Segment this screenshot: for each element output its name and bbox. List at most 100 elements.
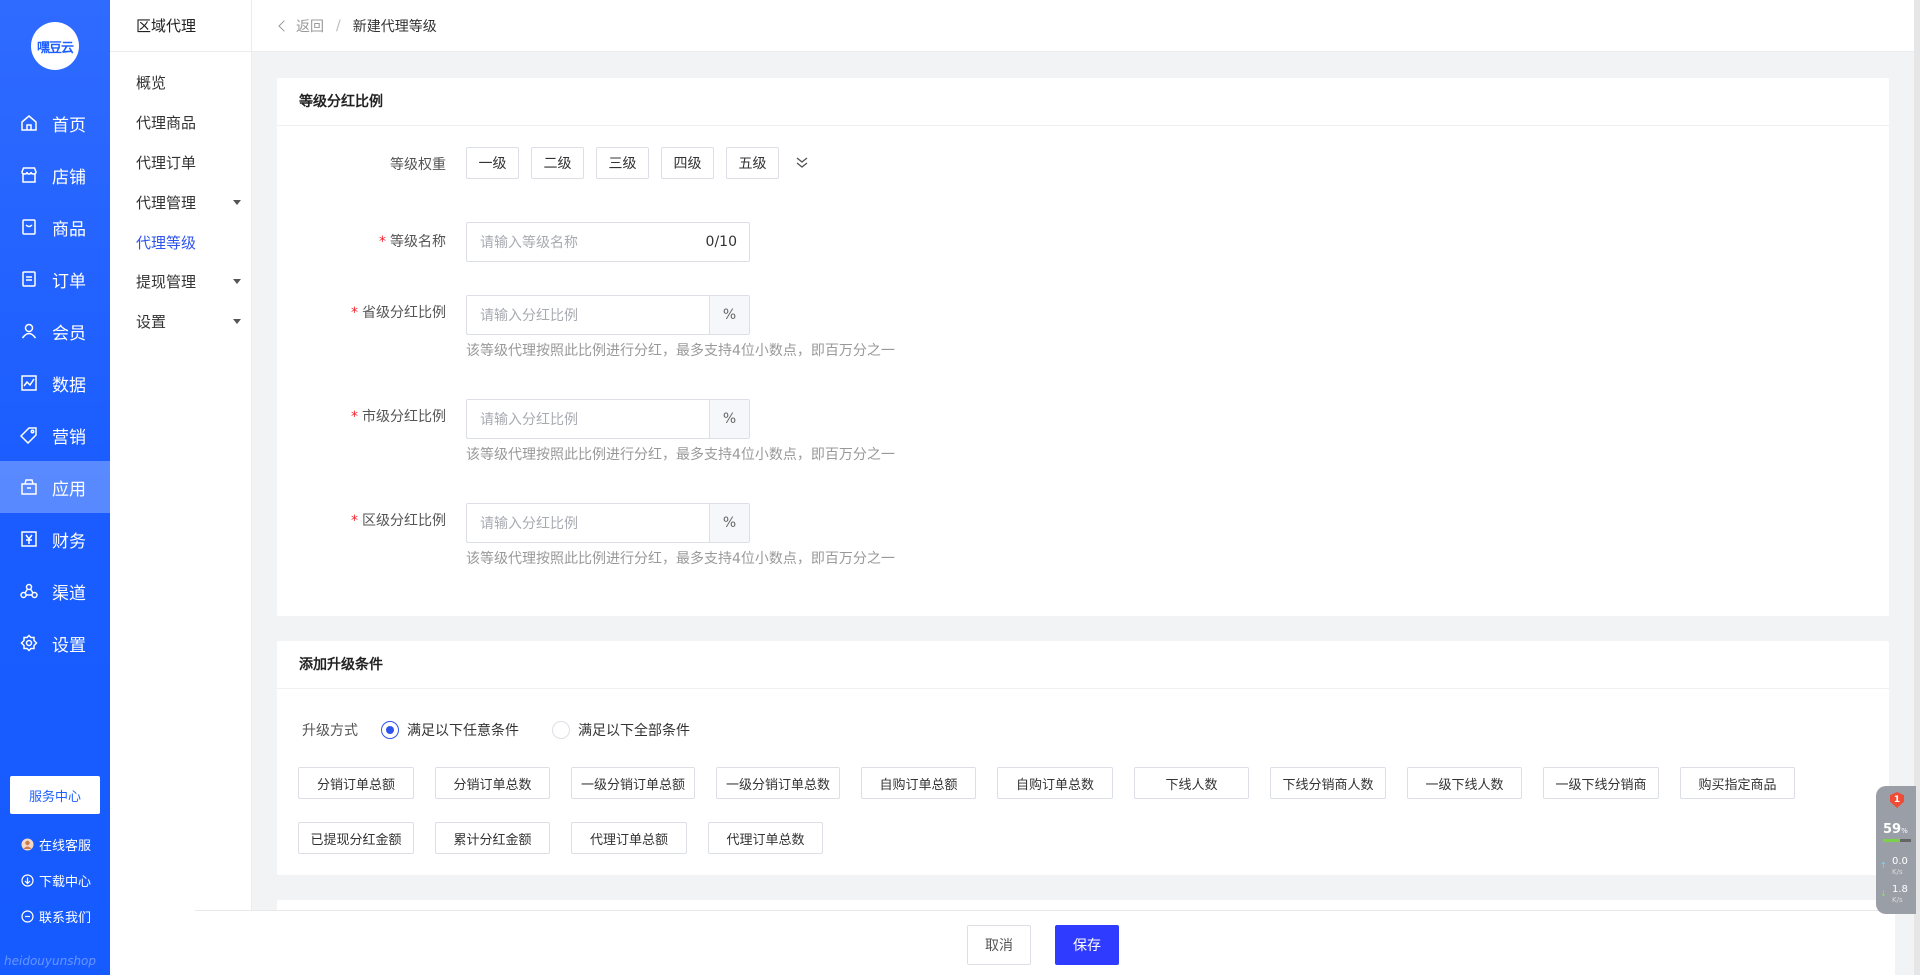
- nav-item-finance[interactable]: 财务: [0, 513, 110, 565]
- level-weight-option[interactable]: 一级: [466, 147, 519, 179]
- back-label: 返回: [296, 18, 324, 35]
- percent-suffix: %: [709, 504, 749, 542]
- data-icon: [20, 374, 38, 392]
- condition-button[interactable]: 购买指定商品: [1680, 767, 1795, 799]
- condition-button[interactable]: 代理订单总数: [708, 822, 823, 854]
- nav-item-data[interactable]: 数据: [0, 357, 110, 409]
- upgrade-mode-label: 升级方式: [302, 723, 358, 739]
- condition-button[interactable]: 一级下线分销商: [1543, 767, 1659, 799]
- app-icon: [20, 478, 38, 496]
- contact-us-label: 联系我们: [39, 911, 92, 926]
- service-center-button[interactable]: 服务中心: [10, 776, 100, 814]
- brand-logo[interactable]: 嘿豆云: [31, 22, 79, 70]
- city-ratio-hint: 该等级代理按照此比例进行分红，最多支持4位小数点，即百万分之一: [466, 447, 895, 463]
- back-link[interactable]: 返回: [278, 16, 324, 36]
- subnav-item-agent-orders[interactable]: 代理订单: [136, 152, 241, 173]
- subnav-item-withdrawal[interactable]: 提现管理: [136, 271, 241, 292]
- level-name-counter: 0/10: [705, 234, 737, 250]
- page-title: 新建代理等级: [352, 18, 437, 35]
- nav-item-channel[interactable]: 渠道: [0, 565, 110, 617]
- condition-button[interactable]: 一级分销订单总数: [716, 767, 840, 799]
- condition-button[interactable]: 一级分销订单总额: [571, 767, 695, 799]
- online-service-link[interactable]: 在线客服: [20, 835, 91, 854]
- contact-us-link[interactable]: 联系我们: [20, 907, 91, 926]
- radio-all-conditions[interactable]: 满足以下全部条件: [552, 720, 690, 740]
- subnav-item-agent-goods[interactable]: 代理商品: [136, 112, 241, 133]
- system-monitor-widget[interactable]: 1 59% ↑ 0.0 K/s ↓ 1.8 K/s: [1876, 786, 1916, 914]
- breadcrumb: 返回 / 新建代理等级: [252, 0, 1920, 52]
- percent-suffix: %: [709, 400, 749, 438]
- speed-unit: K/s: [1892, 896, 1903, 904]
- download-center-label: 下载中心: [39, 875, 92, 890]
- nav-label: 渠道: [52, 583, 86, 604]
- expand-levels-icon[interactable]: [796, 156, 808, 170]
- chat-icon: [20, 910, 34, 924]
- breadcrumb-separator: /: [336, 17, 341, 34]
- condition-button[interactable]: 下线人数: [1134, 767, 1249, 799]
- level-weight-option[interactable]: 五级: [726, 147, 779, 179]
- radio-any-condition[interactable]: 满足以下任意条件: [381, 720, 519, 740]
- condition-button[interactable]: 已提现分红金额: [298, 822, 414, 854]
- province-ratio-input[interactable]: 请输入分红比例 %: [466, 295, 750, 335]
- required-mark: *: [379, 234, 386, 250]
- cancel-button[interactable]: 取消: [967, 925, 1031, 965]
- save-button[interactable]: 保存: [1055, 925, 1119, 965]
- nav-item-goods[interactable]: 商品: [0, 201, 110, 253]
- nav-item-marketing[interactable]: 营销: [0, 409, 110, 461]
- level-weight-option[interactable]: 二级: [531, 147, 584, 179]
- upload-speed-value: 0.0: [1892, 856, 1908, 867]
- condition-button[interactable]: 累计分红金额: [435, 822, 550, 854]
- download-center-link[interactable]: 下载中心: [20, 871, 91, 890]
- district-ratio-placeholder: 请输入分红比例: [480, 516, 578, 532]
- subnav-item-agent-level[interactable]: 代理等级: [136, 232, 241, 253]
- subnav-item-settings[interactable]: 设置: [136, 311, 241, 332]
- action-footer: [195, 910, 1895, 975]
- subnav-label: 代理订单: [136, 154, 197, 172]
- download-arrow-icon: ↓: [1880, 889, 1887, 898]
- goods-icon: [20, 218, 38, 236]
- nav-item-order[interactable]: 订单: [0, 253, 110, 305]
- level-weight-label: 等级权重: [390, 157, 446, 173]
- radio-all-label: 满足以下全部条件: [578, 723, 690, 739]
- caret-down-icon: [233, 200, 241, 205]
- usage-bar: [1883, 839, 1911, 842]
- download-icon: [20, 874, 34, 888]
- nav-item-app[interactable]: 应用: [0, 461, 110, 513]
- nav-item-settings[interactable]: 设置: [0, 617, 110, 669]
- condition-button[interactable]: 自购订单总数: [997, 767, 1113, 799]
- level-name-input[interactable]: 请输入等级名称 0/10: [466, 222, 750, 262]
- nav-item-member[interactable]: 会员: [0, 305, 110, 357]
- gear-icon: [20, 634, 38, 652]
- province-ratio-placeholder: 请输入分红比例: [480, 308, 578, 324]
- condition-button[interactable]: 一级下线人数: [1407, 767, 1522, 799]
- nav-item-home[interactable]: 首页: [0, 97, 110, 149]
- level-weight-option[interactable]: 三级: [596, 147, 649, 179]
- condition-button[interactable]: 分销订单总数: [435, 767, 550, 799]
- condition-button[interactable]: 下线分销商人数: [1270, 767, 1386, 799]
- level-name-label: * 等级名称: [276, 231, 446, 251]
- order-icon: [20, 270, 38, 288]
- download-speed: 1.8 K/s: [1892, 885, 1908, 905]
- radio-dot: [381, 721, 399, 739]
- cpu-usage-unit: %: [1901, 827, 1908, 835]
- nav-item-store[interactable]: 店铺: [0, 149, 110, 201]
- customer-service-avatar-icon: [20, 838, 34, 852]
- brand-footer-text: heidouyunshop: [4, 954, 97, 968]
- upload-arrow-icon: ↑: [1880, 861, 1887, 870]
- district-ratio-hint: 该等级代理按照此比例进行分红，最多支持4位小数点，即百万分之一: [466, 551, 895, 567]
- condition-button[interactable]: 代理订单总额: [571, 822, 687, 854]
- usage-bar-fill: [1883, 839, 1900, 842]
- condition-button[interactable]: 分销订单总额: [298, 767, 414, 799]
- subnav-item-agent-management[interactable]: 代理管理: [136, 192, 241, 213]
- subnav-item-overview[interactable]: 概览: [136, 72, 241, 93]
- city-ratio-input[interactable]: 请输入分红比例 %: [466, 399, 750, 439]
- subnav-label: 代理管理: [136, 194, 197, 212]
- required-mark: *: [351, 409, 358, 425]
- home-icon: [20, 114, 38, 132]
- district-ratio-input[interactable]: 请输入分红比例 %: [466, 503, 750, 543]
- dividend-card-title: 等级分红比例: [277, 78, 1889, 126]
- condition-button[interactable]: 自购订单总额: [861, 767, 976, 799]
- level-weight-option[interactable]: 四级: [661, 147, 714, 179]
- nav-label: 会员: [52, 323, 86, 344]
- upload-speed: 0.0 K/s: [1892, 857, 1908, 877]
